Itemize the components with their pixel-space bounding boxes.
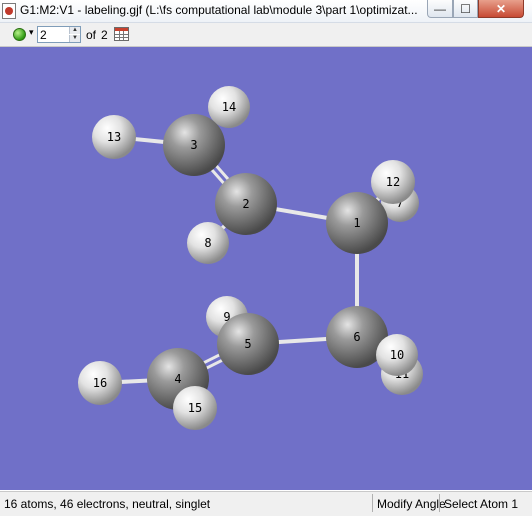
atoms-layer: 71112141393281164155610: [78, 86, 423, 430]
atom-label: 5: [244, 337, 251, 351]
window-title: G1:M2:V1 - labeling.gjf (L:\fs computati…: [20, 3, 418, 17]
status-divider: [372, 494, 373, 512]
edit-mode: Modify Angle: [377, 497, 446, 511]
model-number-input[interactable]: [38, 27, 72, 42]
of-label: of: [86, 28, 97, 42]
atom-label: 15: [188, 401, 202, 415]
molecule-viewport[interactable]: 71112141393281164155610: [0, 47, 532, 490]
atom-2[interactable]: 2: [215, 173, 277, 235]
spin-down-icon[interactable]: ▼: [69, 35, 80, 42]
atom-label: 10: [390, 348, 404, 362]
model-toolbar: ▾ ▲ ▼ of 2: [0, 23, 532, 47]
model-number-stepper[interactable]: ▲ ▼: [37, 26, 81, 43]
spin-up-icon[interactable]: ▲: [69, 27, 80, 34]
title-bar: G1:M2:V1 - labeling.gjf (L:\fs computati…: [0, 0, 532, 23]
atom-3[interactable]: 3: [163, 114, 225, 176]
atom-label: 4: [174, 372, 181, 386]
molecule-summary: 16 atoms, 46 electrons, neutral, singlet: [4, 497, 211, 511]
atom-label: 13: [107, 130, 121, 144]
atom-12[interactable]: 12: [371, 160, 415, 204]
app-icon[interactable]: [2, 3, 16, 19]
atom-label: 16: [93, 376, 107, 390]
atom-15[interactable]: 15: [173, 386, 217, 430]
green-light-icon[interactable]: [13, 28, 26, 41]
atom-5[interactable]: 5: [217, 313, 279, 375]
selection-status: Select Atom 1: [444, 497, 519, 511]
total-models: 2: [101, 28, 108, 42]
maximize-button[interactable]: ☐: [453, 0, 478, 18]
status-divider: [439, 494, 440, 512]
atom-label: 3: [190, 138, 197, 152]
molecule-canvas[interactable]: 71112141393281164155610: [0, 47, 532, 490]
atom-13[interactable]: 13: [92, 115, 136, 159]
atom-8[interactable]: 8: [187, 222, 229, 264]
atom-label: 6: [353, 330, 360, 344]
atom-10[interactable]: 10: [376, 334, 418, 376]
close-button[interactable]: ✕: [478, 0, 524, 18]
spreadsheet-icon[interactable]: [114, 27, 129, 41]
atom-label: 8: [204, 236, 211, 250]
dropdown-arrow-icon[interactable]: ▾: [29, 27, 34, 38]
atom-label: 2: [242, 197, 249, 211]
minimize-button[interactable]: —: [427, 0, 453, 18]
atom-1[interactable]: 1: [326, 192, 388, 254]
atom-label: 12: [386, 175, 400, 189]
status-bar: 16 atoms, 46 electrons, neutral, singlet…: [0, 491, 532, 516]
atom-label: 1: [353, 216, 360, 230]
atom-label: 14: [222, 100, 236, 114]
atom-16[interactable]: 16: [78, 361, 122, 405]
